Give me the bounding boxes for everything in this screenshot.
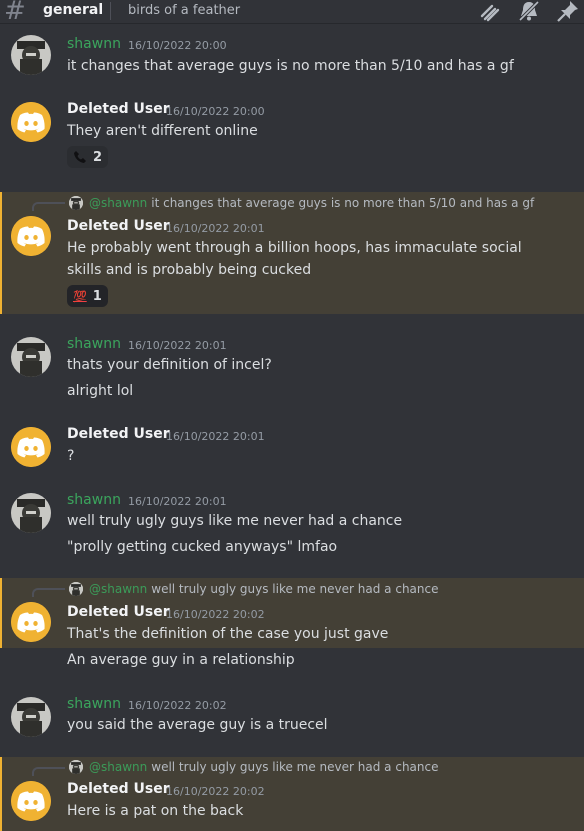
avatar[interactable] — [11, 102, 51, 142]
reply-mention[interactable]: @shawnn — [89, 760, 147, 774]
pin-icon[interactable] — [556, 0, 580, 22]
reply-spine — [32, 588, 65, 597]
message-text: thats your definition of incel? — [67, 357, 272, 373]
message-text: That's the definition of the case you ju… — [67, 626, 389, 642]
message-timestamp: 16/10/2022 20:01 — [128, 339, 227, 352]
avatar[interactable] — [11, 602, 51, 642]
message-group[interactable]: shawnn 16/10/2022 20:02 you said the ave… — [0, 694, 584, 744]
avatar[interactable] — [11, 337, 51, 377]
avatar[interactable] — [11, 427, 51, 467]
reply-text: well truly ugly guys like me never had a… — [151, 760, 439, 774]
phone-icon — [74, 151, 86, 163]
avatar[interactable] — [11, 697, 51, 737]
threads-icon[interactable] — [478, 0, 502, 22]
message-text: skills and is probably being cucked — [67, 262, 312, 278]
message-timestamp: 16/10/2022 20:01 — [166, 222, 265, 235]
channel-name[interactable]: general — [43, 2, 103, 18]
message-text: ? — [67, 448, 75, 464]
reply-preview[interactable]: @shawnn well truly ugly guys like me nev… — [69, 760, 438, 774]
message-timestamp: 16/10/2022 20:02 — [166, 608, 265, 621]
message-text: They aren't different online — [67, 123, 258, 139]
message-timestamp: 16/10/2022 20:02 — [166, 785, 265, 798]
message-text: An average guy in a relationship — [67, 652, 295, 668]
reaction-button[interactable]: 💯 1 — [67, 285, 108, 307]
message-author[interactable]: Deleted User — [67, 426, 170, 442]
message-author[interactable]: shawnn — [67, 36, 121, 52]
message-timestamp: 16/10/2022 20:00 — [166, 105, 265, 118]
reaction-count: 2 — [93, 149, 103, 165]
reply-spine — [32, 767, 65, 776]
message-group[interactable]: Deleted User 16/10/2022 20:01 ? — [0, 424, 584, 474]
message-text: alright lol — [67, 383, 134, 399]
message-timestamp: 16/10/2022 20:01 — [128, 495, 227, 508]
message-author[interactable]: shawnn — [67, 336, 121, 352]
message-group[interactable]: shawnn 16/10/2022 20:01 thats your defin… — [0, 334, 584, 406]
hashtag-icon: # — [4, 0, 26, 26]
message-text: you said the average guy is a truecel — [67, 717, 328, 733]
reaction-emoji: 💯 — [73, 289, 87, 303]
message-group[interactable]: shawnn 16/10/2022 20:01 well truly ugly … — [0, 490, 584, 562]
message-author[interactable]: Deleted User — [67, 218, 170, 234]
reply-mention[interactable]: @shawnn — [89, 196, 147, 210]
message-author[interactable]: Deleted User — [67, 604, 170, 620]
avatar[interactable] — [11, 35, 51, 75]
message-timestamp: 16/10/2022 20:01 — [166, 430, 265, 443]
avatar[interactable] — [11, 493, 51, 533]
mute-bell-icon[interactable] — [517, 0, 541, 22]
reply-text: well truly ugly guys like me never had a… — [151, 582, 439, 596]
avatar — [69, 760, 83, 774]
message-text: it changes that average guys is no more … — [67, 58, 514, 74]
reply-preview[interactable]: @shawnn well truly ugly guys like me nev… — [69, 582, 438, 596]
message-text: Here is a pat on the back — [67, 803, 244, 819]
avatar — [69, 196, 83, 210]
message-author[interactable]: shawnn — [67, 492, 121, 508]
reply-spine — [32, 202, 65, 211]
message-group[interactable]: @shawnn well truly ugly guys like me nev… — [0, 757, 584, 831]
message-timestamp: 16/10/2022 20:00 — [128, 39, 227, 52]
reply-mention[interactable]: @shawnn — [89, 582, 147, 596]
avatar[interactable] — [11, 781, 51, 821]
channel-header: # general birds of a feather — [0, 0, 584, 26]
message-group[interactable]: @shawnn it changes that average guys is … — [0, 192, 584, 314]
message-author[interactable]: shawnn — [67, 696, 121, 712]
reply-text: it changes that average guys is no more … — [151, 196, 535, 210]
reaction-count: 1 — [92, 288, 102, 304]
message-group[interactable]: Deleted User 16/10/2022 20:00 They aren'… — [0, 99, 584, 179]
message-text: well truly ugly guys like me never had a… — [67, 513, 403, 529]
message-text: "prolly getting cucked anyways" lmfao — [67, 539, 338, 555]
message-author[interactable]: Deleted User — [67, 101, 170, 117]
header-divider — [110, 2, 111, 20]
message-text: He probably went through a billion hoops… — [67, 240, 522, 256]
message-group[interactable]: @shawnn well truly ugly guys like me nev… — [0, 578, 584, 648]
avatar[interactable] — [11, 216, 51, 256]
message-author[interactable]: Deleted User — [67, 781, 170, 797]
message-timestamp: 16/10/2022 20:02 — [128, 699, 227, 712]
avatar — [69, 582, 83, 596]
reaction-button[interactable]: 2 — [67, 146, 109, 168]
reply-preview[interactable]: @shawnn it changes that average guys is … — [69, 196, 534, 210]
channel-topic[interactable]: birds of a feather — [128, 3, 240, 18]
message-group[interactable]: shawnn 16/10/2022 20:00 it changes that … — [0, 32, 584, 92]
